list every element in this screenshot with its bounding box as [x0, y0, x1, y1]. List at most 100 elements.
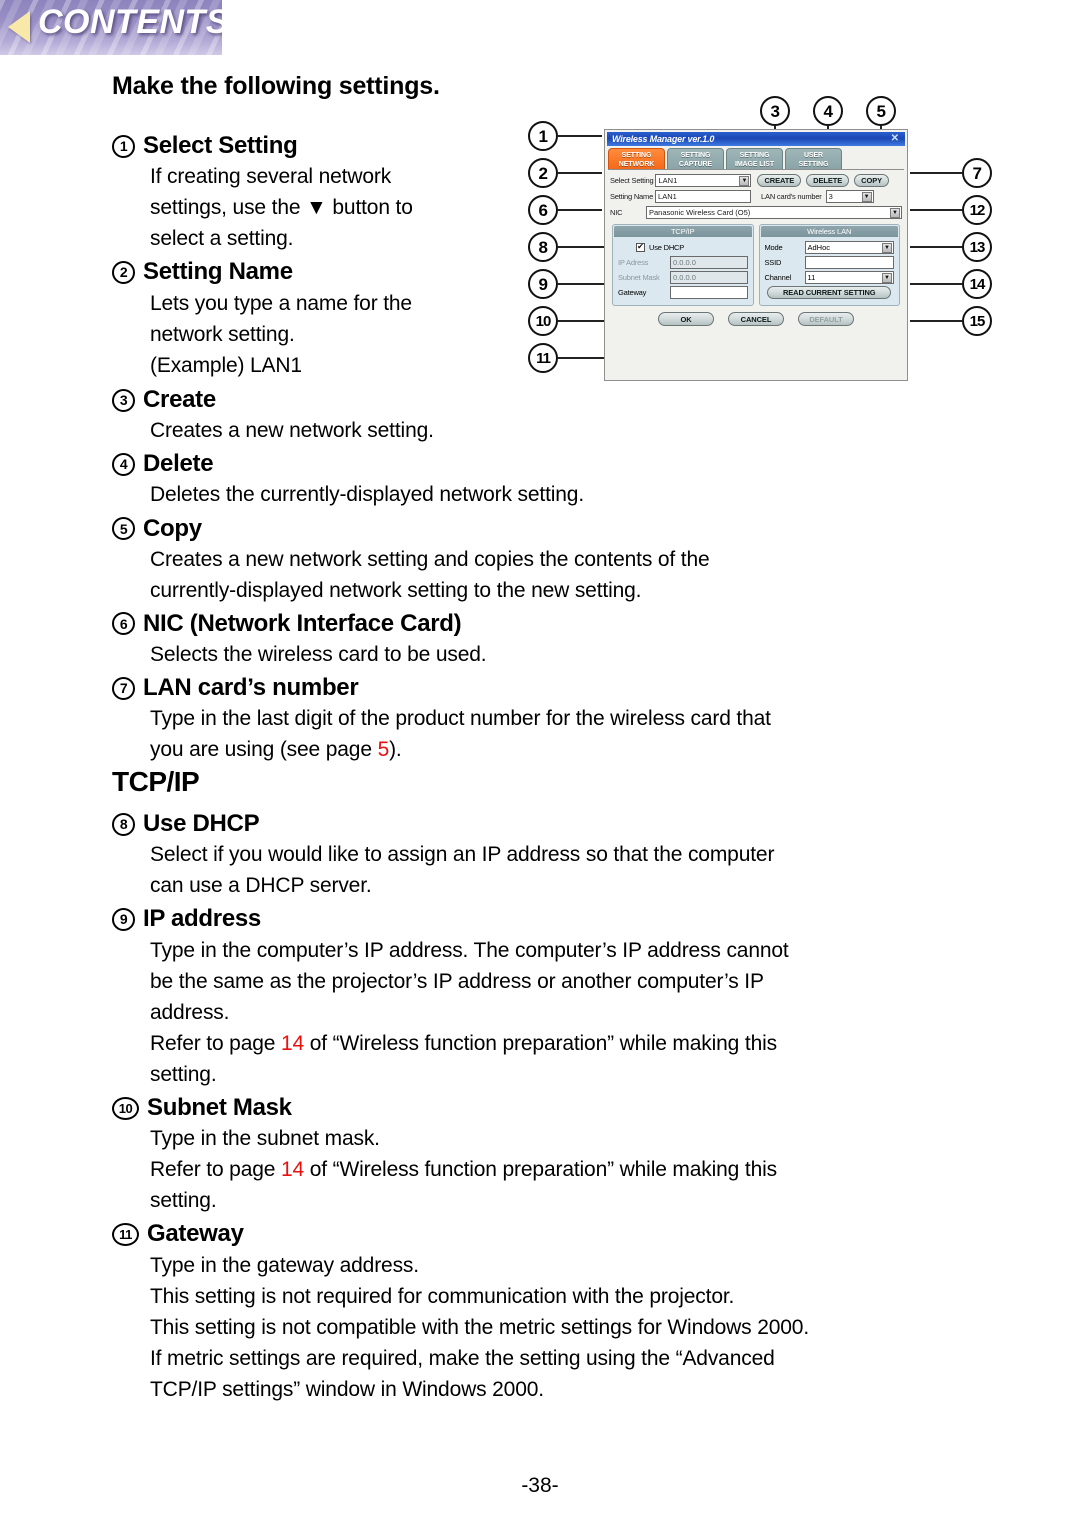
callout-number: 3 — [112, 388, 135, 412]
entry-text: of “Wireless function preparation” while… — [304, 1031, 777, 1055]
entry-title: LAN card’s number — [143, 674, 359, 702]
entry-copy: 5 Copy Creates a new network setting and… — [112, 513, 960, 606]
chevron-down-icon[interactable]: ▼ — [882, 242, 892, 253]
chevron-down-icon[interactable]: ▼ — [882, 272, 892, 283]
wireless-lan-group-title: Wireless LAN — [760, 226, 898, 237]
entry-title: Setting Name — [143, 258, 293, 286]
callout-number: 7 — [112, 676, 135, 700]
entry-line: Type in the last digit of the product nu… — [150, 707, 771, 731]
left-triangle-icon — [8, 11, 30, 43]
chevron-down-icon[interactable]: ▼ — [861, 192, 872, 202]
create-button[interactable]: CREATE — [757, 174, 802, 187]
lan-card-number-spinner[interactable]: 3 ▼ — [825, 190, 874, 203]
contents-banner[interactable]: CONTENTS — [0, 0, 222, 55]
entries-wide-column-top: 3 Create Creates a new network setting. … — [112, 382, 960, 765]
entry-body: Select if you would like to assign an IP… — [150, 839, 960, 901]
subnet-mask-input[interactable]: 0.0.0.0 — [670, 270, 748, 284]
tab-setting-image-list[interactable]: SETTING IMAGE LIST — [726, 148, 783, 169]
entry-title: Subnet Mask — [147, 1093, 292, 1121]
section-heading-tcpip: TCP/IP — [112, 766, 200, 797]
page-link[interactable]: 14 — [281, 1032, 304, 1055]
entry-line: Refer to page 14 of “Wireless function p… — [150, 1154, 960, 1185]
close-icon[interactable]: ✕ — [891, 133, 899, 145]
tab-user-setting[interactable]: USER SETTING — [785, 148, 842, 169]
entry-body: Type in the subnet mask. Refer to page 1… — [150, 1123, 960, 1216]
entry-line: Refer to page 14 of “Wireless function p… — [150, 1028, 960, 1059]
tab-label-line2: CAPTURE — [678, 161, 713, 168]
tab-setting-capture[interactable]: SETTING CAPTURE — [667, 148, 724, 169]
entry-nic: 6 NIC (Network Interface Card) Selects t… — [112, 608, 960, 670]
ip-address-input[interactable]: 0.0.0.0 — [670, 255, 748, 269]
leader-line — [910, 172, 962, 174]
use-dhcp-row[interactable]: ✔ Use DHCP — [618, 241, 748, 253]
channel-label: Channel — [764, 272, 792, 282]
entry-body: Lets you type a name for the network set… — [150, 288, 512, 381]
leader-line — [910, 246, 962, 248]
ip-address-row: IP Adress 0.0.0.0 — [618, 255, 748, 269]
window-titlebar[interactable]: Wireless Manager ver.1.0 ✕ — [607, 132, 905, 146]
tab-label-line1: USER — [803, 152, 824, 159]
setting-name-value: LAN1 — [658, 192, 677, 201]
nic-dropdown[interactable]: Panasonic Wireless Card (O5) ▼ — [646, 206, 902, 219]
leader-line — [558, 135, 602, 137]
ssid-input[interactable] — [804, 255, 894, 269]
entry-body: Selects the wireless card to be used. — [150, 639, 960, 670]
chevron-down-icon[interactable]: ▼ — [890, 208, 900, 218]
entry-body: Deletes the currently-displayed network … — [150, 479, 960, 510]
entry-body: Type in the computer’s IP address. The c… — [150, 935, 960, 1090]
lan-card-number-label: LAN card's number — [761, 192, 822, 201]
entry-body: If creating several network settings, us… — [150, 161, 512, 254]
entry-line: select a setting. — [150, 227, 294, 251]
entry-gateway: 11 Gateway Type in the gateway address. … — [112, 1218, 960, 1405]
read-current-setting-button[interactable]: READ CURRENT SETTING — [767, 285, 892, 299]
callout-number: 8 — [112, 812, 135, 836]
entry-line: Select if you would like to assign an IP… — [150, 843, 775, 867]
callout-number: 9 — [112, 907, 135, 931]
use-dhcp-label: Use DHCP — [649, 242, 685, 252]
leader-line — [910, 283, 962, 285]
chevron-down-icon[interactable]: ▼ — [739, 176, 750, 186]
callout-number: 1 — [112, 134, 135, 158]
cancel-button[interactable]: CANCEL — [728, 312, 784, 326]
page-number: -38- — [521, 1474, 559, 1497]
settings-groups: TCP/IP ✔ Use DHCP IP Adress 0.0.0.0 Subn… — [605, 222, 907, 306]
callout-number: 5 — [112, 517, 135, 541]
entry-heading: 11 Gateway — [112, 1218, 960, 1249]
tab-label-line1: SETTING — [680, 152, 711, 159]
channel-value: 11 — [807, 272, 816, 282]
entry-text: Refer to page — [150, 1031, 281, 1055]
gateway-input[interactable] — [670, 285, 748, 299]
entry-use-dhcp: 8 Use DHCP Select if you would like to a… — [112, 808, 960, 901]
copy-button[interactable]: COPY — [854, 174, 890, 187]
tab-setting-network[interactable]: SETTING NETWORK — [608, 148, 665, 169]
use-dhcp-checkbox[interactable]: ✔ — [636, 242, 645, 252]
default-button[interactable]: DEFAULT — [798, 312, 854, 326]
tab-bar: SETTING NETWORK SETTING CAPTURE SETTING … — [608, 147, 907, 169]
page-link[interactable]: 14 — [281, 1158, 304, 1181]
entry-line: If metric settings are required, make th… — [150, 1346, 775, 1370]
ok-button[interactable]: OK — [658, 312, 714, 326]
subnet-mask-value: 0.0.0.0 — [673, 272, 696, 282]
entry-lan-card-number: 7 LAN card’s number Type in the last dig… — [112, 672, 960, 765]
entry-line: Lets you type a name for the — [150, 291, 412, 315]
gateway-row: Gateway — [618, 285, 748, 299]
entry-title: NIC (Network Interface Card) — [143, 609, 462, 637]
callout-number: 4 — [112, 452, 135, 476]
form-row-select-setting: Select Setting LAN1 ▼ CREATE DELETE COPY — [610, 174, 902, 187]
page-link[interactable]: 5 — [378, 738, 390, 761]
callout-5: 5 — [866, 96, 896, 126]
tab-label-line2: NETWORK — [618, 161, 655, 168]
delete-button[interactable]: DELETE — [806, 174, 850, 187]
callout-number: 11 — [112, 1223, 139, 1247]
entries-wide-column-bottom: 8 Use DHCP Select if you would like to a… — [112, 806, 960, 1405]
select-setting-dropdown[interactable]: LAN1 ▼ — [655, 174, 752, 187]
channel-dropdown[interactable]: 11 ▼ — [804, 270, 894, 284]
entry-body: Type in the last digit of the product nu… — [150, 703, 960, 765]
entries-narrow-column: 1 Select Setting If creating several net… — [112, 128, 512, 381]
mode-dropdown[interactable]: AdHoc ▼ — [804, 240, 894, 254]
entry-title: Delete — [143, 450, 214, 478]
callout-3: 3 — [760, 96, 790, 126]
setting-name-input[interactable]: LAN1 — [655, 190, 752, 203]
entry-line: Creates a new network setting. — [150, 419, 434, 443]
tab-label-line1: SETTING — [621, 152, 652, 159]
